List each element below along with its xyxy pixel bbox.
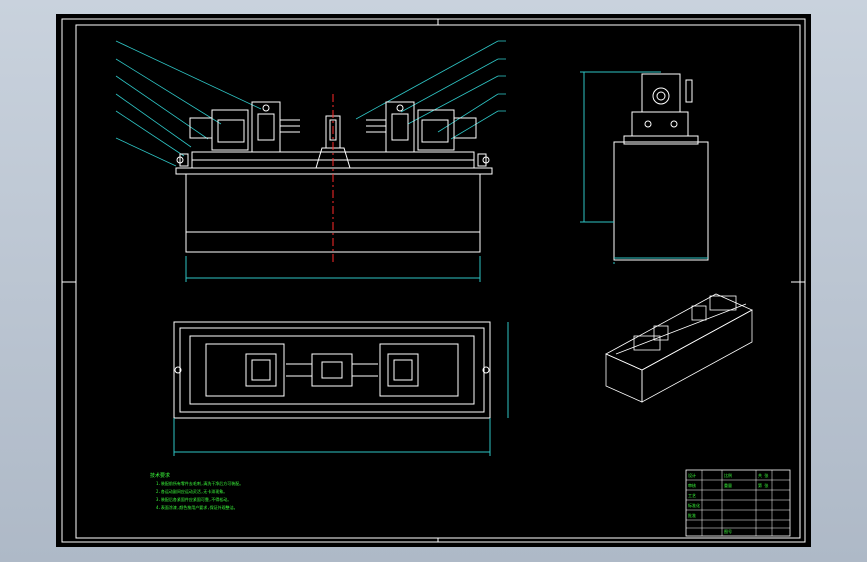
- title-block-cell-10: 图号: [724, 528, 732, 534]
- top-view: [173, 321, 509, 456]
- sheet-outer-frame: [61, 18, 806, 543]
- cad-drawing: 技术要求 1.装配前所有零件去毛刺,清洗干净后方可装配。 2.各运动副间应运动灵…: [61, 18, 806, 543]
- title-block-cell-5: 批准: [688, 512, 696, 518]
- title-block-cell-6: 比例: [724, 472, 732, 478]
- tech-req-line-4: 4.表面涂漆,颜色按用户要求,保证外观整洁。: [156, 504, 238, 510]
- side-view: [580, 71, 709, 264]
- isometric-view: [605, 293, 753, 403]
- title-block-cell-3: 工艺: [688, 493, 696, 498]
- base-plate: [175, 167, 493, 175]
- tech-req-line-3: 3.装配后各紧固件应紧固可靠,不得松动。: [156, 496, 231, 502]
- title-block-cell-4: 标准化: [688, 502, 700, 508]
- cad-viewport[interactable]: 技术要求 1.装配前所有零件去毛刺,清洗干净后方可装配。 2.各运动副间应运动灵…: [56, 14, 811, 547]
- side-base: [613, 141, 709, 261]
- part-leaders: [115, 40, 506, 167]
- front-view: [115, 40, 506, 282]
- title-block-cell-9: 第 张: [758, 482, 768, 488]
- tech-req-line-1: 1.装配前所有零件去毛刺,清洗干净后方可装配。: [156, 480, 243, 486]
- title-block: 设计 审核 工艺 标准化 批准 比例 重量 共 张 第 张 图号: [685, 469, 791, 537]
- title-block-cell-1: 设计: [688, 472, 696, 478]
- tech-req-heading: 技术要求: [150, 472, 170, 479]
- technical-requirements: 技术要求 1.装配前所有零件去毛刺,清洗干净后方可装配。 2.各运动副间应运动灵…: [150, 472, 243, 510]
- tech-req-line-2: 2.各运动副间应运动灵活,无卡滞现象。: [156, 488, 227, 494]
- zone-ticks: [62, 19, 805, 542]
- title-block-cell-8: 共 张: [758, 472, 768, 478]
- title-block-cell-2: 审核: [688, 482, 696, 488]
- title-block-cell-7: 重量: [724, 482, 732, 488]
